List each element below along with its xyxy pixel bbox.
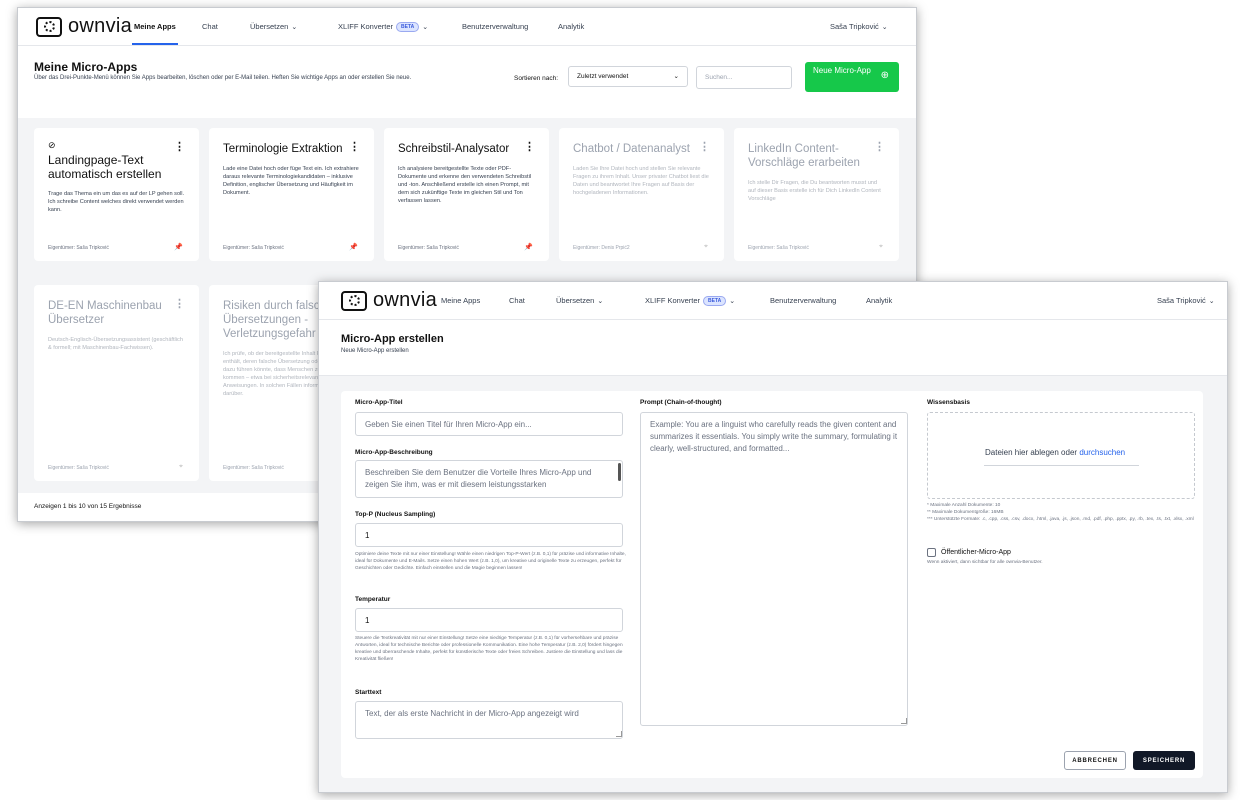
ownvia-logo[interactable]: ownvia — [341, 289, 437, 312]
sort-select[interactable]: Zuletzt verwendet ⌄ — [568, 66, 688, 87]
sort-label: Sortieren nach: — [514, 75, 559, 82]
temperature-help: Steuere die Textkreativität mit nur eine… — [355, 636, 623, 662]
scrollbar[interactable] — [618, 463, 621, 481]
cancel-button[interactable]: ABBRECHEN — [1064, 751, 1126, 770]
app-card[interactable]: ⋮ Schreibstil-Analysator Ich analysiere … — [384, 128, 549, 261]
resize-handle[interactable] — [616, 731, 622, 737]
nav-analytik[interactable]: Analytik — [866, 296, 892, 305]
page-header: Micro-App erstellen Neue Micro-App erste… — [319, 320, 1227, 376]
top-p-help: Optimiere deine Texte mit nur einer Eins… — [355, 552, 626, 571]
app-title-input[interactable]: Geben Sie einen Titel für Ihren Micro-Ap… — [355, 412, 623, 436]
more-menu-icon[interactable]: ⋮ — [874, 140, 885, 153]
top-p-input[interactable]: 1 — [355, 523, 623, 547]
nav-meine-apps[interactable]: Meine Apps — [134, 22, 176, 31]
create-form: Micro-App-Titel Geben Sie einen Titel fü… — [341, 391, 1203, 778]
prompt-label: Prompt (Chain-of-thought) — [640, 399, 722, 406]
description-textarea[interactable]: Beschreiben Sie dem Benutzer die Vorteil… — [355, 460, 623, 498]
user-menu[interactable]: Saša Tripković ⌄ — [830, 22, 888, 31]
top-p-label: Top-P (Nucleus Sampling) — [355, 511, 436, 518]
app-card[interactable]: ⋮ Chatbot / Datenanalyst Laden Sie Ihre … — [559, 128, 724, 261]
public-help: Wenn aktiviert, dann sichtbar für alle o… — [927, 560, 1043, 565]
plus-circle-icon: ⊕ — [880, 70, 889, 81]
app-card[interactable]: ⋮ DE-EN Maschinenbau Übersetzer Deutsch-… — [34, 285, 199, 481]
chevron-down-icon: ⌄ — [422, 24, 429, 31]
nav-meine-apps[interactable]: Meine Apps — [441, 296, 480, 305]
app-card[interactable]: ⋮ Terminologie Extraktion Lade eine Date… — [209, 128, 374, 261]
app-card[interactable]: ⊘ ⋮ Landingpage-Text automatisch erstell… — [34, 128, 199, 261]
pin-icon[interactable]: 📌 — [174, 243, 183, 251]
more-menu-icon[interactable]: ⋮ — [174, 297, 185, 310]
search-input[interactable]: Suchen... — [696, 66, 792, 89]
file-dropzone[interactable]: Dateien hier ablegen oder durchsuchen — [927, 412, 1195, 499]
more-menu-icon[interactable]: ⋮ — [524, 140, 535, 153]
nav-chat[interactable]: Chat — [202, 22, 218, 31]
pin-icon[interactable]: 📌 — [349, 243, 358, 251]
public-label: Öffentlicher-Micro-App — [941, 549, 1011, 556]
page-subtitle: Neue Micro-App erstellen — [341, 348, 409, 354]
more-menu-icon[interactable]: ⋮ — [174, 140, 185, 153]
pin-outline-icon[interactable]: ⌖ — [879, 243, 883, 251]
temperature-input[interactable]: 1 — [355, 608, 623, 632]
nav-benutzerverwaltung[interactable]: Benutzerverwaltung — [770, 296, 836, 305]
knowledge-base-label: Wissensbasis — [927, 399, 970, 406]
chevron-down-icon: ⌄ — [1208, 298, 1215, 305]
pin-outline-icon[interactable]: ⌖ — [704, 243, 708, 251]
new-micro-app-button[interactable]: Neue Micro-App ⊕ — [805, 62, 899, 92]
nav-analytik[interactable]: Analytik — [558, 22, 584, 31]
nav-xliff[interactable]: XLIFF Konverter BETA ⌄ — [338, 22, 428, 32]
page-subtitle: Über das Drei-Punkte-Menü können Sie App… — [34, 75, 412, 81]
start-text-textarea[interactable]: Text, der als erste Nachricht in der Mic… — [355, 701, 623, 739]
logo-icon — [341, 290, 367, 311]
page-title: Micro-App erstellen — [341, 333, 444, 345]
chevron-down-icon: ⌄ — [597, 298, 604, 305]
nav-uebersetzen[interactable]: Übersetzen ⌄ — [250, 22, 297, 31]
more-menu-icon[interactable]: ⋮ — [349, 140, 360, 153]
chevron-down-icon: ⌄ — [729, 298, 736, 305]
ownvia-logo[interactable]: ownvia — [36, 15, 132, 38]
resize-handle[interactable] — [901, 718, 907, 724]
more-menu-icon[interactable]: ⋮ — [699, 140, 710, 153]
app-card[interactable]: ⋮ LinkedIn Content-Vorschläge erarbeiten… — [734, 128, 899, 261]
temperature-label: Temperatur — [355, 596, 391, 603]
nav-benutzerverwaltung[interactable]: Benutzerverwaltung — [462, 22, 528, 31]
beta-badge: BETA — [396, 22, 420, 32]
pagination-info: Anzeigen 1 bis 10 von 15 Ergebnisse — [34, 503, 142, 510]
description-label: Micro-App-Beschreibung — [355, 449, 433, 456]
pin-icon[interactable]: 📌 — [524, 243, 533, 251]
check-circle-icon: ⊘ — [48, 140, 56, 150]
create-micro-app-window: ownvia Meine Apps Chat Übersetzen ⌄ XLIFF… — [318, 281, 1228, 793]
nav-active-indicator — [132, 43, 178, 45]
browse-link[interactable]: durchsuchen — [1079, 448, 1125, 457]
nav-xliff[interactable]: XLIFF Konverter BETA ⌄ — [645, 296, 735, 306]
page-title: Meine Micro-Apps — [34, 60, 138, 74]
save-button[interactable]: SPEICHERN — [1133, 751, 1195, 770]
kb-note: *** Unterstützte Formate: .c, .cpp, .css… — [927, 517, 1194, 522]
logo-icon — [36, 16, 62, 37]
public-checkbox[interactable] — [927, 548, 936, 557]
nav-chat[interactable]: Chat — [509, 296, 525, 305]
dropzone-divider — [984, 465, 1139, 466]
prompt-textarea[interactable]: Example: You are a linguist who carefull… — [640, 412, 908, 726]
pin-outline-icon[interactable]: ⌖ — [179, 463, 183, 471]
chevron-down-icon: ⌄ — [881, 24, 888, 31]
chevron-down-icon: ⌄ — [291, 24, 298, 31]
app-title-label: Micro-App-Titel — [355, 399, 403, 406]
nav-uebersetzen[interactable]: Übersetzen ⌄ — [556, 296, 603, 305]
chevron-down-icon: ⌄ — [673, 73, 679, 80]
top-nav: ownvia Meine Apps Chat Übersetzen ⌄ XLIFF… — [319, 282, 1227, 320]
kb-note: * Maximale Anzahl Dokumente: 10 — [927, 503, 1001, 508]
beta-badge: BETA — [703, 296, 727, 306]
kb-note: ** Maximale Dokumentgröße: 16MB — [927, 510, 1004, 515]
start-text-label: Starttext — [355, 689, 382, 696]
user-menu[interactable]: Saša Tripković ⌄ — [1157, 296, 1215, 305]
top-nav: ownvia Meine Apps Chat Übersetzen ⌄ XLIFF… — [18, 8, 916, 46]
